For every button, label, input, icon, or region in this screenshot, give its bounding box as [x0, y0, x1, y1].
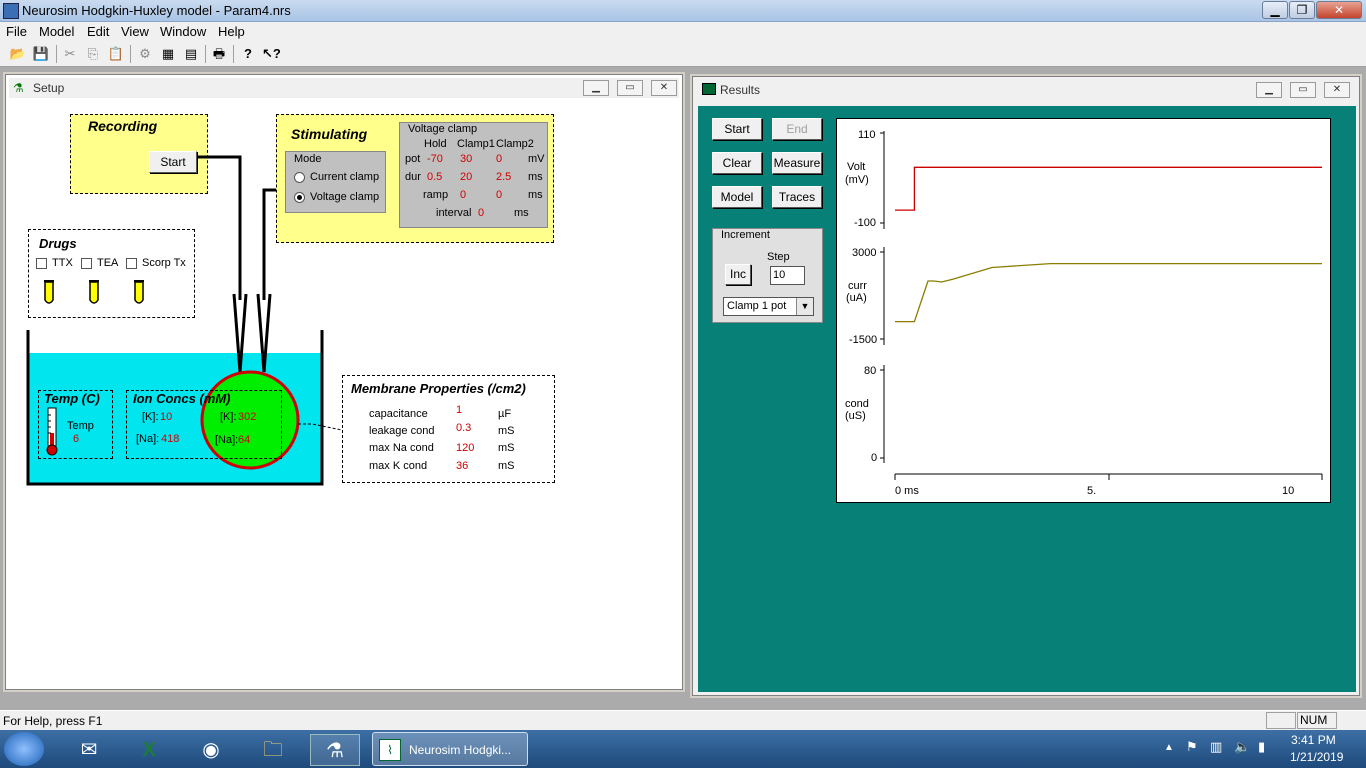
neurosim-task-icon: ⌇: [379, 739, 401, 761]
clear-button[interactable]: Clear: [712, 152, 762, 174]
chrome-icon[interactable]: ◉: [186, 734, 236, 766]
status-bar: For Help, press F1 NUM: [0, 710, 1366, 730]
excel-icon[interactable]: X: [124, 734, 174, 766]
k-out-value[interactable]: 10: [160, 411, 172, 423]
results-caption: Results ▁ ▭ ✕: [696, 80, 1356, 100]
membrane-row-unit: mS: [498, 460, 515, 472]
measure-button[interactable]: Measure: [772, 152, 822, 174]
inc-button[interactable]: Inc: [725, 264, 751, 285]
k-in-value[interactable]: 302: [238, 411, 256, 423]
na-in-label: [Na]:: [215, 434, 239, 446]
membrane-row-label: capacitance: [369, 408, 428, 420]
membrane-title: Membrane Properties (/cm2): [351, 381, 526, 396]
battery-icon[interactable]: ▮: [1258, 739, 1265, 755]
voltage-trace: [895, 166, 1322, 211]
membrane-panel: Membrane Properties (/cm2) capacitance 1…: [342, 375, 555, 483]
active-task-button[interactable]: ⌇ Neurosim Hodgki...: [372, 732, 528, 766]
tray-expand-icon[interactable]: ▲: [1164, 742, 1174, 753]
thermometer-icon: [46, 407, 58, 456]
temp-value[interactable]: 6: [73, 433, 79, 445]
trace-plot[interactable]: [837, 119, 1332, 504]
temp-title: Temp (C): [44, 391, 100, 406]
na-out-value[interactable]: 418: [161, 433, 179, 445]
membrane-row-value[interactable]: 120: [456, 442, 474, 454]
taskbar: ✉ X ◉ 🗀 ⚗ ⌇ Neurosim Hodgki... ▲ ⚑ ▥ 🔈 ▮…: [0, 730, 1366, 768]
ion-concs-panel: Ion Concs (mM) [K]: 10 [Na]: 418 [K]: 30…: [126, 390, 282, 459]
results-window-icon: [702, 83, 716, 95]
current-trace: [895, 262, 1322, 323]
folder-icon[interactable]: 🗀: [248, 734, 298, 766]
clock-time[interactable]: 3:41 PM: [1291, 733, 1336, 747]
k-out-label: [K]:: [142, 411, 159, 423]
increment-target-value: Clamp 1 pot: [727, 300, 787, 312]
neurosim-pinned-icon[interactable]: ⚗: [310, 734, 360, 766]
membrane-row-label: max K cond: [369, 460, 428, 472]
maximize-button[interactable]: ❐: [1289, 1, 1315, 19]
clock-date[interactable]: 1/21/2019: [1290, 750, 1343, 764]
membrane-row-label: max Na cond: [369, 442, 434, 454]
k-in-label: [K]:: [220, 411, 237, 423]
membrane-row-unit: mS: [498, 442, 515, 454]
results-maximize-button[interactable]: ▭: [1290, 82, 1316, 98]
membrane-row-value[interactable]: 36: [456, 460, 468, 472]
status-panel-empty: [1266, 712, 1296, 729]
membrane-row-unit: µF: [498, 408, 512, 420]
increment-target-select[interactable]: Clamp 1 pot ▼: [723, 297, 814, 316]
membrane-row-value[interactable]: 0.3: [456, 422, 471, 434]
na-in-value[interactable]: 64: [238, 434, 250, 446]
results-minimize-button[interactable]: ▁: [1256, 82, 1282, 98]
bath-diagram: [26, 155, 343, 486]
step-label: Step: [767, 251, 790, 263]
status-help-text: For Help, press F1: [3, 714, 103, 728]
results-title: Results: [720, 83, 761, 97]
end-button[interactable]: End: [772, 118, 822, 140]
ion-concs-title: Ion Concs (mM): [133, 391, 231, 406]
chart-panel: 110 Volt (mV) -100 3000 curr (uA) -1500 …: [836, 118, 1331, 503]
start-orb-icon[interactable]: [4, 732, 44, 766]
num-lock-indicator: NUM: [1297, 712, 1337, 729]
thunderbird-icon[interactable]: ✉: [64, 734, 114, 766]
membrane-row-value[interactable]: 1: [456, 404, 462, 416]
membrane-row-label: leakage cond: [369, 425, 435, 437]
step-input[interactable]: 10: [770, 266, 805, 285]
increment-title: Increment: [721, 229, 770, 241]
start-button[interactable]: Start: [712, 118, 762, 140]
traces-button[interactable]: Traces: [772, 186, 822, 208]
membrane-row-unit: mS: [498, 425, 515, 437]
results-close-button[interactable]: ✕: [1324, 82, 1350, 98]
na-out-label: [Na]:: [136, 433, 160, 445]
close-button[interactable]: ✕: [1316, 1, 1362, 19]
chevron-down-icon[interactable]: ▼: [796, 298, 813, 315]
active-task-label: Neurosim Hodgki...: [409, 743, 512, 757]
model-button[interactable]: Model: [712, 186, 762, 208]
network-icon[interactable]: ▥: [1210, 739, 1222, 755]
temp-panel: Temp (C) Temp 6: [38, 390, 113, 459]
temp-label: Temp: [67, 420, 94, 432]
action-center-icon[interactable]: ⚑: [1186, 739, 1198, 755]
minimize-button[interactable]: ▁: [1262, 1, 1288, 19]
increment-group: Increment Step Inc 10 Clamp 1 pot ▼: [712, 228, 823, 323]
volume-icon[interactable]: 🔈: [1234, 739, 1250, 755]
